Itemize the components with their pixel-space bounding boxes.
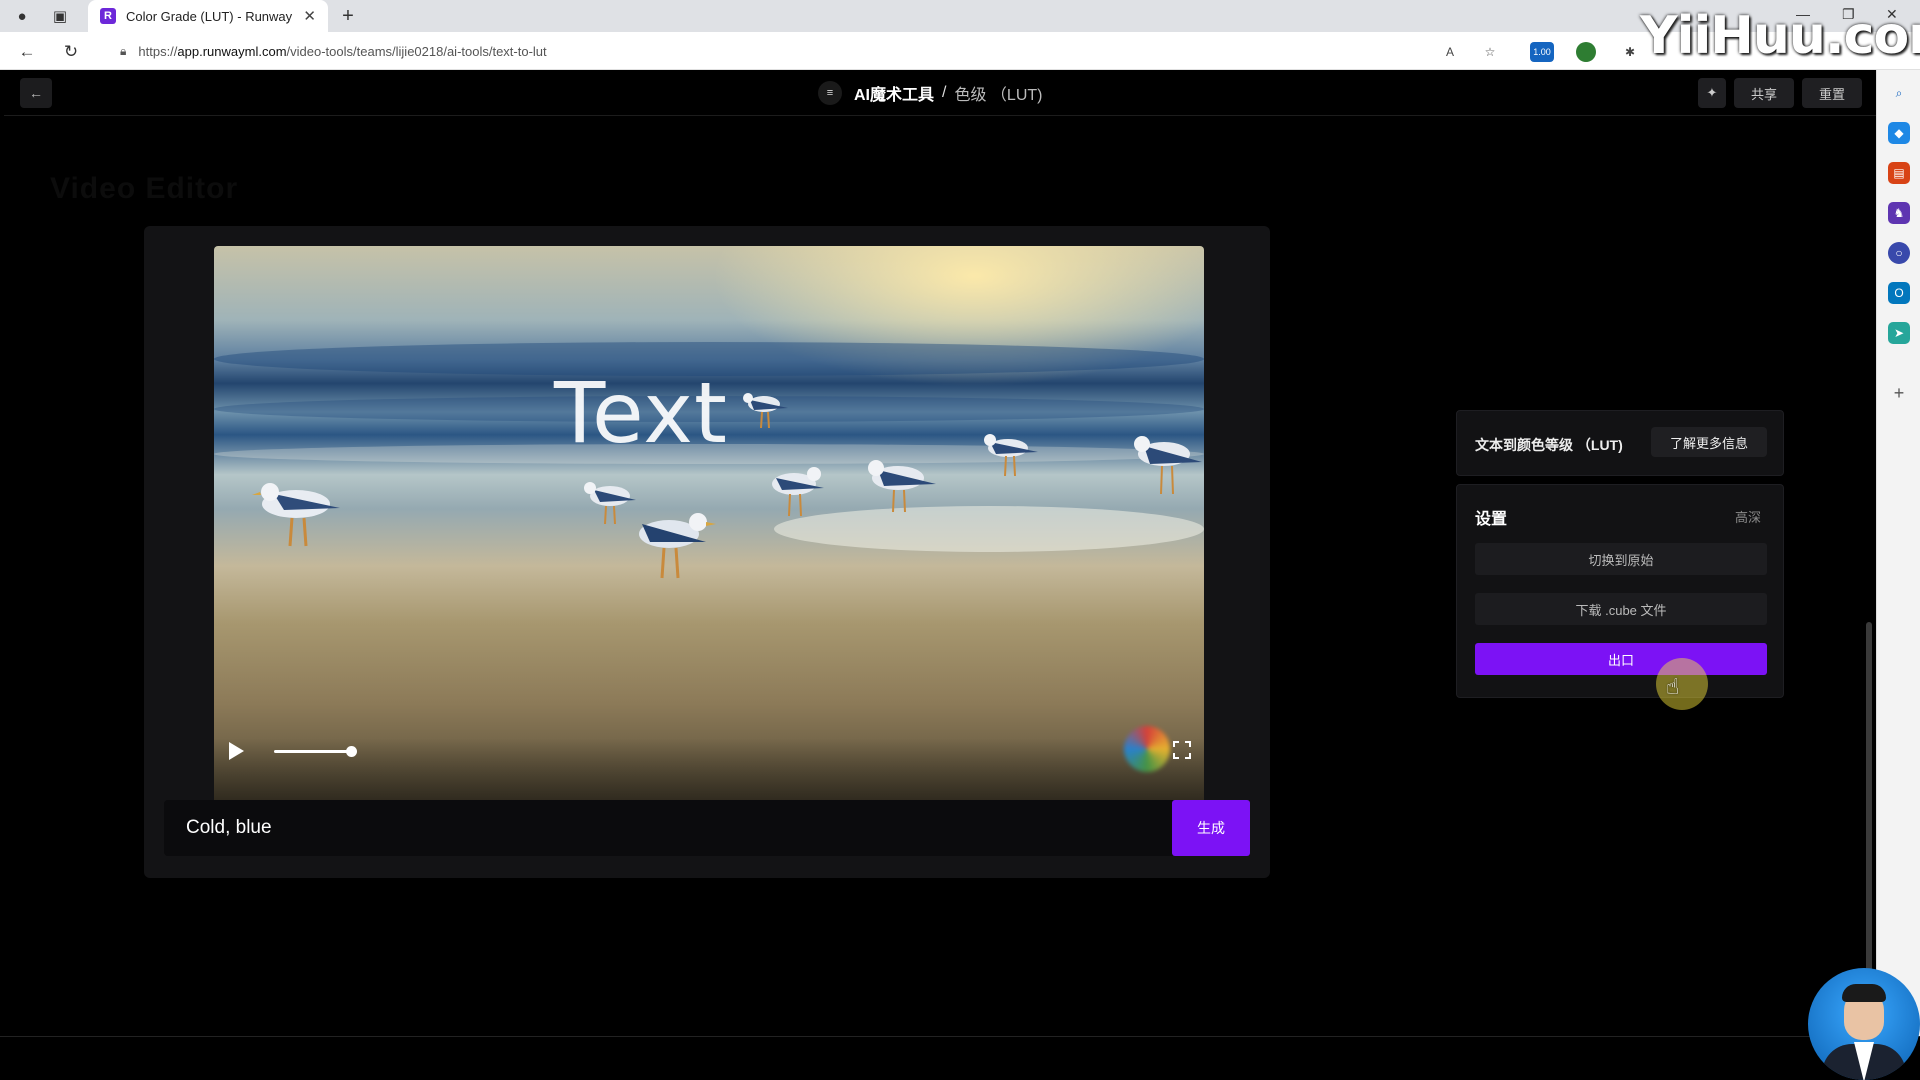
video-preview[interactable]: Text bbox=[214, 246, 1204, 818]
prompt-input[interactable] bbox=[164, 800, 1170, 856]
faint-page-title: Video Editor bbox=[50, 172, 239, 205]
volume-slider[interactable] bbox=[274, 750, 352, 753]
back-icon[interactable]: ← bbox=[16, 41, 38, 63]
browser-tab-bar: ● ▣ R Color Grade (LUT) - Runway ✕ + — ❐… bbox=[0, 0, 1920, 32]
watermark: YiiHuu.com bbox=[1640, 6, 1920, 66]
seagull-image bbox=[743, 393, 788, 429]
tab-actions-icon[interactable]: ▣ bbox=[50, 6, 70, 26]
cursor-highlight bbox=[1656, 658, 1708, 710]
runway-app: ← ≡ AI魔术工具 / 色级 （LUT) ✦ 共享 重置 Video Edit… bbox=[4, 70, 1876, 1036]
new-tab-icon[interactable]: + bbox=[338, 5, 358, 27]
seagull-image bbox=[252, 483, 340, 547]
tab-title: Color Grade (LUT) - Runway bbox=[126, 8, 293, 24]
copilot-icon[interactable]: ○ bbox=[1888, 242, 1910, 264]
video-overlay-text: Text bbox=[554, 364, 728, 462]
download-cube-button[interactable]: 下载 .cube 文件 bbox=[1475, 593, 1767, 625]
settings-panel: 设置 高深 切换到原始 下载 .cube 文件 出口 bbox=[1456, 484, 1784, 698]
tab-close-icon[interactable]: ✕ bbox=[303, 7, 316, 25]
profile-icon[interactable]: ● bbox=[12, 6, 32, 26]
tag-icon[interactable]: ◆ bbox=[1888, 122, 1910, 144]
tool-logo-icon: ≡ bbox=[818, 81, 842, 105]
generate-button[interactable]: 生成 bbox=[1172, 800, 1250, 856]
foam-decoration bbox=[774, 506, 1204, 552]
url-text: https://app.runwayml.com/video-tools/tea… bbox=[138, 43, 547, 59]
info-panel: 文本到颜色等级 （LUT) 了解更多信息 bbox=[1456, 410, 1784, 476]
reload-icon[interactable]: ↻ bbox=[60, 41, 82, 63]
fullscreen-icon[interactable] bbox=[1172, 740, 1192, 760]
app-back-button[interactable]: ← bbox=[20, 78, 52, 108]
editor-card: Text Cold, blue 生成 bbox=[144, 226, 1270, 878]
seagull-image bbox=[868, 460, 936, 513]
advanced-toggle[interactable]: 高深 bbox=[1735, 507, 1761, 526]
ai-orb-icon bbox=[1124, 726, 1170, 772]
learn-more-button[interactable]: 了解更多信息 bbox=[1651, 427, 1767, 457]
title-sub: 色级 （LUT) bbox=[954, 87, 1043, 104]
runway-favicon-icon: R bbox=[100, 8, 116, 24]
games-icon[interactable]: ♞ bbox=[1888, 202, 1910, 224]
volume-slider-handle[interactable] bbox=[346, 746, 357, 757]
browser-address-bar: ← ↻ 🔒︎ https://app.runwayml.com/video-to… bbox=[0, 32, 1920, 70]
extension-badge-icon[interactable]: 1.00 bbox=[1530, 42, 1554, 62]
hand-cursor-icon: ☝ bbox=[1666, 674, 1680, 699]
prompt-row: 生成 bbox=[164, 800, 1250, 856]
settings-title: 设置 bbox=[1475, 511, 1508, 528]
reset-button[interactable]: 重置 bbox=[1802, 78, 1862, 108]
toolbox-icon[interactable]: ▤ bbox=[1888, 162, 1910, 184]
info-panel-title: 文本到颜色等级 （LUT) bbox=[1475, 437, 1623, 453]
avatar-hair bbox=[1842, 984, 1886, 1002]
app-title: ≡ AI魔术工具 / 色级 （LUT) bbox=[818, 80, 1042, 106]
outlook-icon[interactable]: O bbox=[1888, 282, 1910, 304]
toggle-original-button[interactable]: 切换到原始 bbox=[1475, 543, 1767, 575]
title-separator: / bbox=[942, 84, 947, 101]
seagull-image bbox=[584, 482, 636, 525]
search-icon[interactable]: ⌕ bbox=[1888, 82, 1910, 104]
lock-icon: 🔒︎ bbox=[120, 43, 127, 58]
add-sidebar-item-icon[interactable]: + bbox=[1888, 382, 1910, 404]
favorite-star-icon[interactable]: ☆ bbox=[1480, 42, 1500, 62]
send-icon[interactable]: ➤ bbox=[1888, 322, 1910, 344]
title-main[interactable]: AI魔术工具 bbox=[854, 81, 934, 105]
seagull-image bbox=[1134, 436, 1202, 495]
share-button[interactable]: 共享 bbox=[1734, 78, 1794, 108]
extensions-puzzle-icon[interactable]: ✱ bbox=[1620, 42, 1640, 62]
browser-edge-sidebar: ⌕ ◆ ▤ ♞ ○ O ➤ + bbox=[1876, 70, 1920, 1080]
app-header: ← ≡ AI魔术工具 / 色级 （LUT) ✦ 共享 重置 bbox=[4, 70, 1876, 116]
magic-spark-button[interactable]: ✦ bbox=[1698, 78, 1726, 108]
read-aloud-icon[interactable]: A bbox=[1440, 42, 1460, 62]
browser-tab-active[interactable]: R Color Grade (LUT) - Runway ✕ bbox=[88, 0, 328, 32]
extension-globe-icon[interactable] bbox=[1576, 42, 1596, 62]
seagull-image bbox=[984, 434, 1038, 477]
bottom-bar bbox=[0, 1036, 1920, 1080]
export-button[interactable]: 出口 bbox=[1475, 643, 1767, 675]
seagull-image bbox=[772, 467, 824, 517]
url-field[interactable]: 🔒︎ https://app.runwayml.com/video-tools/… bbox=[110, 37, 1430, 65]
presenter-avatar bbox=[1808, 968, 1920, 1080]
play-icon[interactable] bbox=[226, 740, 246, 762]
